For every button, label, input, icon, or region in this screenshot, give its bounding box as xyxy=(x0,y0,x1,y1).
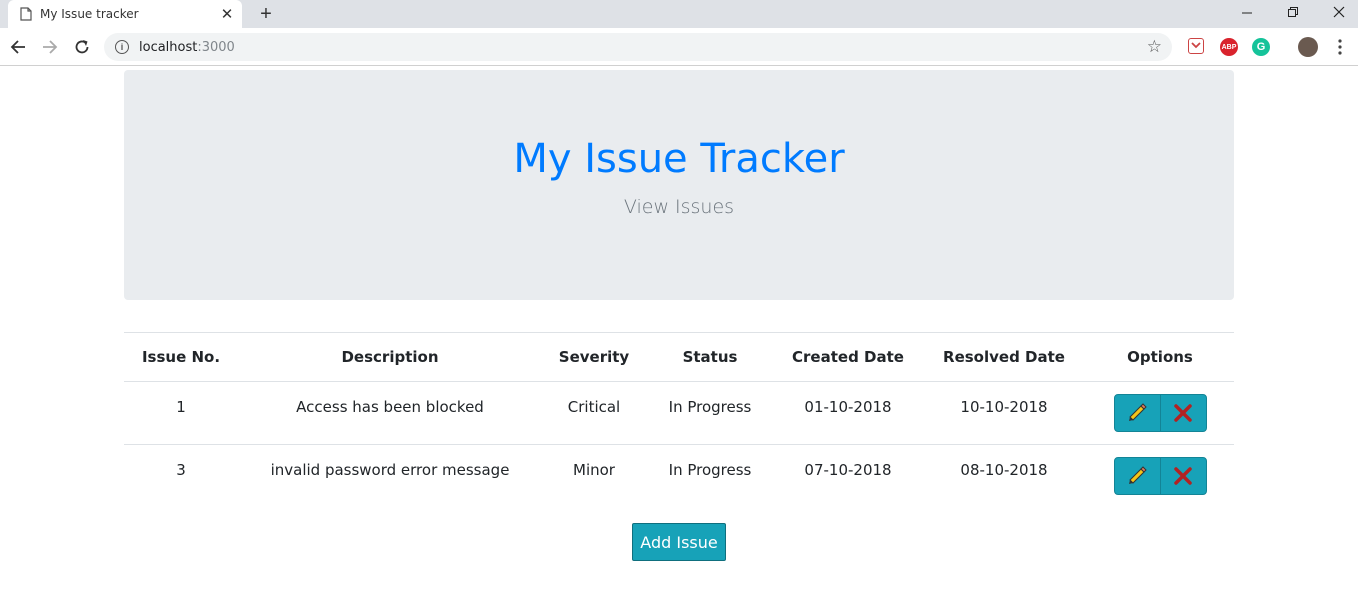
minimize-icon[interactable] xyxy=(1224,0,1270,24)
forward-icon[interactable] xyxy=(37,34,63,60)
bookmark-star-icon[interactable]: ☆ xyxy=(1147,38,1162,55)
cell-issue-no: 3 xyxy=(176,461,186,479)
column-header-status: Status xyxy=(646,332,774,382)
browser-tab-bar: My Issue tracker ✕ + xyxy=(0,0,1358,28)
cell-status: In Progress xyxy=(646,381,774,445)
cell-issue-no: 1 xyxy=(124,381,238,445)
tab-title: My Issue tracker xyxy=(40,7,139,21)
pocket-extension-icon[interactable] xyxy=(1188,38,1204,54)
reload-icon[interactable] xyxy=(69,34,95,60)
profile-avatar[interactable] xyxy=(1298,37,1318,57)
cell-resolved-date: 10-10-2018 xyxy=(922,381,1086,445)
delete-x-icon xyxy=(1174,404,1192,422)
cell-resolved-date: 08-10-2018 xyxy=(960,461,1048,479)
cell-description: Access has been blocked xyxy=(238,381,542,445)
cell-severity: Minor xyxy=(573,461,615,479)
table-header-row: Issue No. Description Severity Status Cr… xyxy=(124,332,1234,382)
cell-severity: Critical xyxy=(542,381,646,445)
browser-toolbar: i localhost:3000 ☆ ABP G xyxy=(0,28,1358,66)
menu-dots-icon[interactable] xyxy=(1331,38,1349,56)
cell-description: invalid password error message xyxy=(270,461,510,479)
back-icon[interactable] xyxy=(5,34,31,60)
column-header-options: Options xyxy=(1086,332,1234,382)
adblock-extension-icon[interactable]: ABP xyxy=(1220,38,1238,56)
restore-icon[interactable] xyxy=(1270,0,1316,24)
pencil-icon xyxy=(1129,466,1147,484)
page-subtitle: View Issues xyxy=(623,196,735,218)
column-header-description: Description xyxy=(238,332,542,382)
grammarly-extension-icon[interactable]: G xyxy=(1252,38,1270,56)
column-header-resolved-date: Resolved Date xyxy=(922,332,1086,382)
cell-status: In Progress xyxy=(668,461,752,479)
delete-x-icon xyxy=(1174,467,1192,485)
browser-tab[interactable]: My Issue tracker ✕ xyxy=(8,0,242,28)
close-window-icon[interactable] xyxy=(1316,0,1358,24)
cell-created-date: 07-10-2018 xyxy=(804,461,892,479)
edit-button[interactable] xyxy=(1113,394,1161,432)
delete-button[interactable] xyxy=(1159,457,1207,495)
edit-button[interactable] xyxy=(1113,457,1161,495)
column-header-issue-no: Issue No. xyxy=(124,332,238,382)
url-text: localhost:3000 xyxy=(139,39,235,55)
page-title: My Issue Tracker xyxy=(513,136,845,182)
column-header-severity: Severity xyxy=(542,332,646,382)
table-row: 1 Access has been blocked Critical In Pr… xyxy=(124,381,1234,445)
address-bar[interactable]: i localhost:3000 ☆ xyxy=(104,33,1172,61)
new-tab-icon[interactable]: + xyxy=(254,2,278,26)
table-row: 3 invalid password error message Minor I… xyxy=(124,445,1234,508)
cell-options xyxy=(1086,445,1234,508)
document-icon xyxy=(20,7,32,21)
cell-options xyxy=(1086,381,1234,445)
add-issue-button[interactable]: Add Issue xyxy=(632,523,726,561)
jumbotron-header: My Issue Tracker View Issues xyxy=(124,70,1234,300)
info-icon[interactable]: i xyxy=(115,40,129,54)
delete-button[interactable] xyxy=(1159,394,1207,432)
column-header-created-date: Created Date xyxy=(774,332,922,382)
close-tab-icon[interactable]: ✕ xyxy=(216,3,238,25)
pencil-icon xyxy=(1129,403,1147,421)
issues-table: Issue No. Description Severity Status Cr… xyxy=(124,332,1234,508)
cell-created-date: 01-10-2018 xyxy=(774,381,922,445)
